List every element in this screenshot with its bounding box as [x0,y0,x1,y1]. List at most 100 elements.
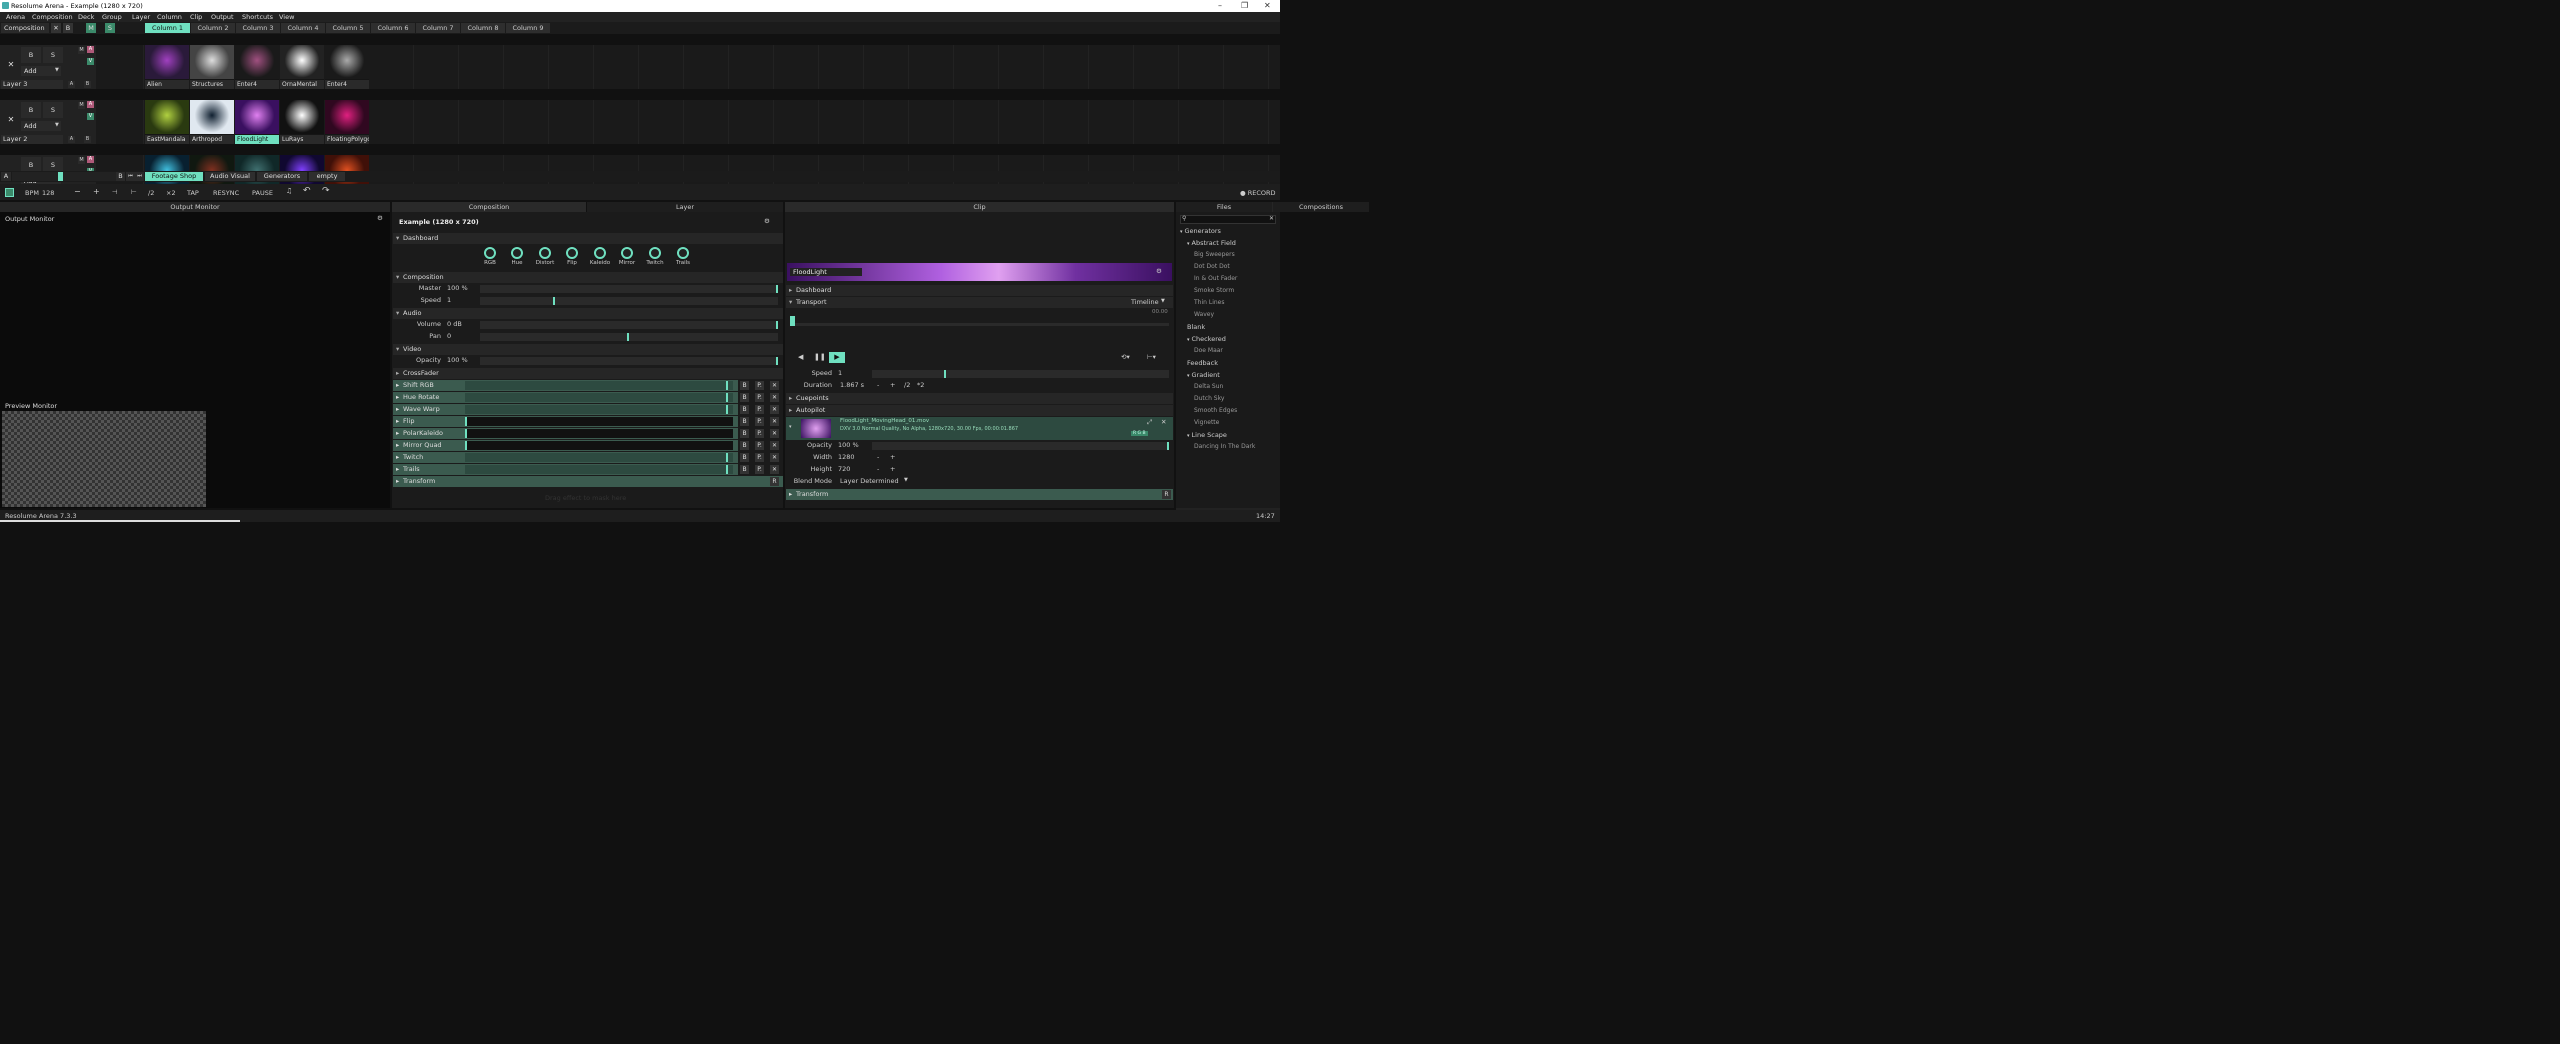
layer-audio-button[interactable]: A [87,46,94,53]
composition-s-button[interactable]: S [105,23,115,33]
deck-next-icon[interactable]: ⏭ [135,172,144,181]
browser-tree-item[interactable]: Blank [1187,323,1205,331]
empty-clip-slot[interactable] [1225,45,1269,89]
comp-opacity-handle[interactable] [776,357,778,365]
empty-clip-slot[interactable] [685,100,729,144]
browser-tree-item[interactable]: Big Sweepers [1194,251,1235,258]
clip-label[interactable]: LuRays [280,135,324,144]
effect-preset-button[interactable]: P. [755,429,764,438]
menu-layer[interactable]: Layer [132,13,150,21]
effect-opacity-handle[interactable] [465,417,467,426]
resync-button[interactable]: RESYNC [213,189,239,197]
dashboard-knob[interactable] [566,247,578,259]
clip-thumbnail[interactable] [325,100,369,134]
empty-clip-slot[interactable] [460,100,504,144]
empty-clip-slot[interactable] [1000,100,1044,144]
pause-button[interactable]: PAUSE [252,189,273,197]
clip-label[interactable]: Enter4 [235,80,279,89]
empty-clip-slot[interactable] [370,45,414,89]
master-handle[interactable] [776,285,778,293]
clip-cell[interactable]: Structures [190,45,234,89]
timeline-playhead[interactable] [790,316,795,326]
empty-clip-slot[interactable] [775,100,819,144]
crossfader-handle[interactable] [58,172,63,181]
effect-bypass-button[interactable]: B [740,417,749,426]
clip-cell[interactable]: Enter4 [235,45,279,89]
menu-composition[interactable]: Composition [32,13,73,21]
dashboard-knob[interactable] [677,247,689,259]
clip-label[interactable]: Structures [190,80,234,89]
empty-clip-slot[interactable] [595,45,639,89]
clip-cell[interactable]: Arthropod [190,100,234,144]
bpm-minus-button[interactable]: − [74,187,81,196]
expand-icon[interactable]: ⤢ [1147,418,1152,427]
browser-tree-item[interactable]: Thin Lines [1194,299,1224,306]
effect-remove-button[interactable]: ✕ [770,393,779,402]
clip-thumbnail[interactable] [145,100,189,134]
timeline-dropdown[interactable]: Timeline [1131,298,1159,306]
pan-slider[interactable] [480,333,778,341]
clip-dashboard-section[interactable]: Dashboard [786,285,1173,296]
empty-clip-slot[interactable] [1045,100,1089,144]
browser-search-input[interactable] [1180,215,1276,224]
clip-settings-icon[interactable]: ⚙ [1156,267,1162,275]
browser-tree-item[interactable]: Dutch Sky [1194,395,1224,402]
play-forward-icon[interactable]: ▶ [829,352,845,363]
tab-composition[interactable]: Composition [392,202,586,212]
empty-clip-slot[interactable] [1090,45,1134,89]
height-plus-button[interactable]: + [890,465,895,473]
empty-clip-slot[interactable] [685,45,729,89]
pan-handle[interactable] [627,333,629,341]
empty-clip-slot[interactable] [865,45,909,89]
dashboard-knob[interactable] [539,247,551,259]
effect-opacity-slider[interactable] [465,381,733,390]
composition-b-button[interactable]: B [63,23,73,33]
empty-clip-slot[interactable] [775,45,819,89]
empty-clip-slot[interactable] [550,45,594,89]
composition-m-button[interactable]: M [86,23,96,33]
browser-tree-item[interactable]: In & Out Fader [1194,275,1237,282]
comp-transform-reset-button[interactable]: R [770,477,779,486]
composition-close-icon[interactable]: ✕ [51,23,61,33]
column-6-header[interactable]: Column 6 [371,23,415,33]
layer-audio-button[interactable]: A [87,101,94,108]
menu-output[interactable]: Output [211,13,234,21]
empty-clip-slot[interactable] [595,100,639,144]
effect-opacity-handle[interactable] [725,465,728,474]
comp-speed-handle[interactable] [552,297,555,305]
deck-prev-icon[interactable]: ⏮ [126,172,135,181]
undo-icon[interactable]: ↶ [303,186,311,196]
deck-tab-footage-shop[interactable]: Footage Shop [145,172,203,181]
clip-speed-slider[interactable] [872,370,1169,378]
redo-icon[interactable]: ↷ [322,186,330,196]
dashboard-knob[interactable] [511,247,523,259]
column-5-header[interactable]: Column 5 [326,23,370,33]
bpm-plus-button[interactable]: + [93,187,100,196]
effect-preset-button[interactable]: P. [755,453,764,462]
tab-clip[interactable]: Clip [785,202,1174,212]
clip-label[interactable]: EastMandala [145,135,189,144]
nudge-back-icon[interactable]: ⊣ [112,188,118,196]
clear-search-icon[interactable]: ✕ [1269,215,1274,222]
empty-clip-slot[interactable] [640,45,684,89]
effect-bypass-button[interactable]: B [740,441,749,450]
browser-tab-compositions[interactable]: Compositions [1273,202,1369,212]
empty-clip-slot[interactable] [1135,100,1179,144]
browser-tree-item[interactable]: ▾ Generators [1180,227,1221,235]
effect-remove-button[interactable]: ✕ [770,441,779,450]
effect-opacity-handle[interactable] [465,441,467,450]
dashboard-knob[interactable] [594,247,606,259]
clip-opacity-handle[interactable] [1167,442,1169,450]
empty-clip-slot[interactable] [1135,45,1179,89]
clip-thumbnail[interactable] [145,45,189,79]
menu-view[interactable]: View [279,13,294,21]
layer-solo-button[interactable]: S [43,102,63,118]
output-monitor-settings-icon[interactable]: ⚙ [377,214,383,222]
layer-video-button[interactable]: V [87,113,94,120]
duration-plus-button[interactable]: + [890,381,895,389]
loop-mode-icon[interactable]: ⟲▾ [1121,353,1130,361]
effect-preset-button[interactable]: P. [755,441,764,450]
empty-clip-slot[interactable] [1180,100,1224,144]
effect-opacity-slider[interactable] [465,429,733,438]
effect-preset-button[interactable]: P. [755,381,764,390]
